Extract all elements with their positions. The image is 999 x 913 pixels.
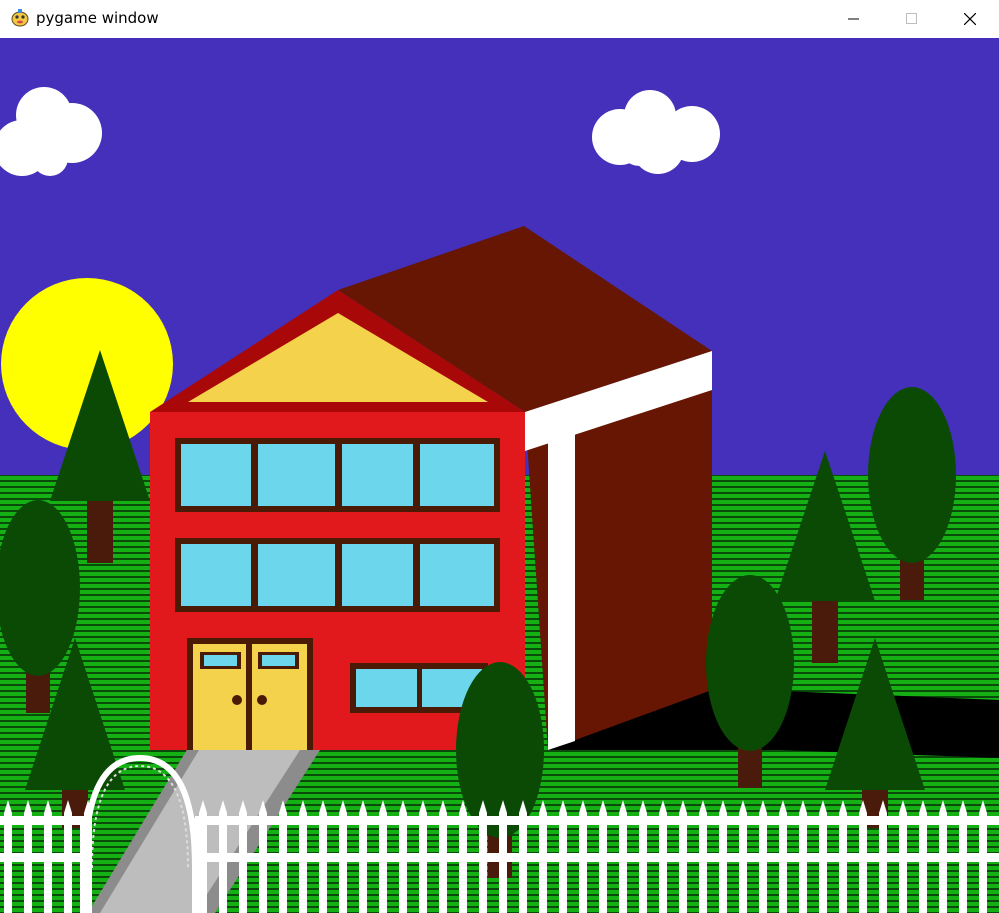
maximize-icon [906, 13, 917, 24]
gate-post-right [192, 818, 201, 913]
gate-post-left [80, 818, 89, 913]
window-title: pygame window [36, 9, 159, 27]
front-door[interactable] [187, 638, 313, 750]
close-icon [964, 13, 976, 25]
window-row-middle [175, 538, 500, 612]
minimize-button[interactable] [825, 0, 883, 38]
maximize-button[interactable] [883, 0, 941, 38]
side-beam-vertical [548, 430, 575, 750]
minimize-icon [848, 18, 859, 20]
scene-svg [0, 38, 999, 913]
pygame-snake-icon [10, 8, 30, 28]
close-button[interactable] [941, 0, 999, 38]
window-row-upper [175, 438, 500, 512]
window-titlebar: pygame window [0, 0, 999, 38]
pygame-canvas[interactable] [0, 38, 999, 913]
